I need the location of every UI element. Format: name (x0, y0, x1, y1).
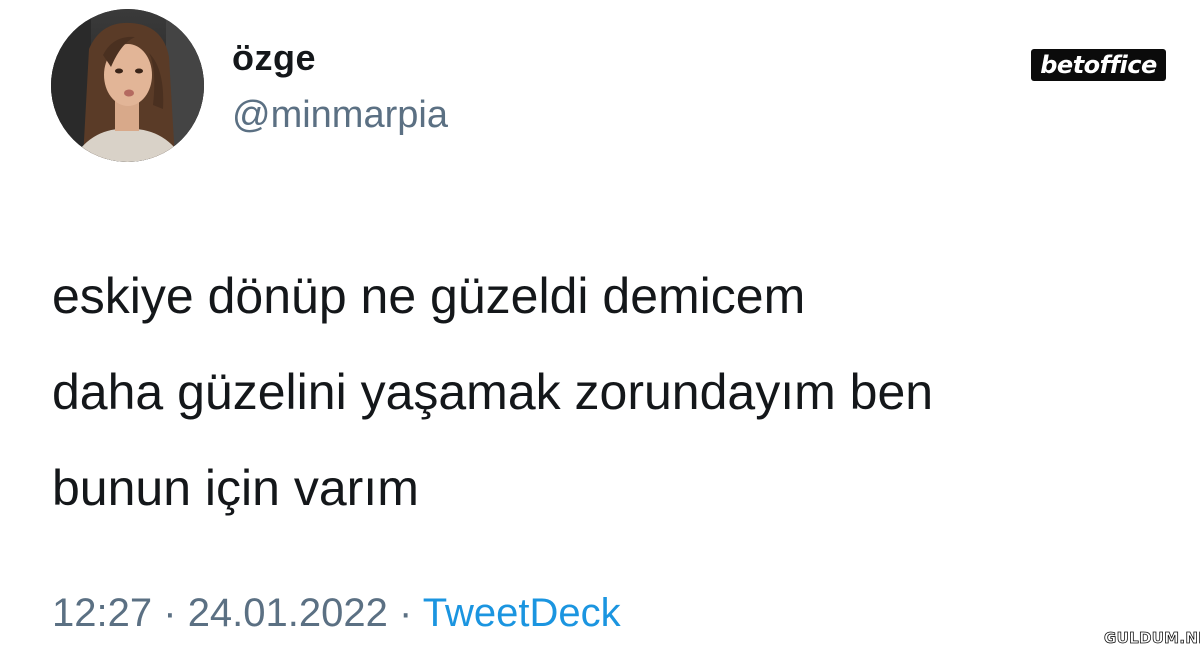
meta-separator: · (399, 591, 413, 635)
tweet-text-line: bunun için varım (52, 460, 419, 516)
user-handle[interactable]: @minmarpia (232, 92, 448, 138)
brand-logo: betoffice (1031, 49, 1166, 81)
tweet-meta: 12:27 · 24.01.2022 · TweetDeck (52, 588, 621, 638)
tweet-text-line: daha güzelini yaşamak zorundayım ben (52, 364, 934, 420)
tweet-card: özge @minmarpia betoffice eskiye dönüp n… (0, 0, 1200, 653)
display-name[interactable]: özge (232, 36, 316, 80)
tweet-source-link[interactable]: TweetDeck (423, 591, 621, 635)
tweet-text: eskiye dönüp ne güzeldi demicem daha güz… (52, 248, 1172, 536)
tweet-date[interactable]: 24.01.2022 (188, 591, 388, 635)
meta-separator: · (163, 591, 177, 635)
site-watermark: GULDUM.NET (1104, 629, 1200, 648)
tweet-time[interactable]: 12:27 (52, 591, 152, 635)
avatar[interactable] (51, 9, 204, 162)
tweet-text-line: eskiye dönüp ne güzeldi demicem (52, 268, 806, 324)
avatar-photo (51, 9, 204, 162)
